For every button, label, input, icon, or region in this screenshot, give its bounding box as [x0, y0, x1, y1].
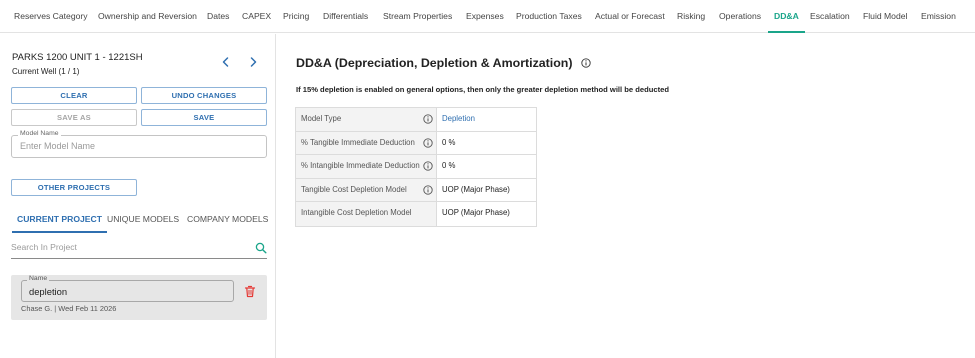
tab-emission[interactable]: Emission	[921, 0, 956, 33]
tab-differentials[interactable]: Differentials	[323, 0, 368, 33]
tab-unique-models[interactable]: UNIQUE MODELS	[107, 214, 179, 233]
tangible-immediate-deduction-value[interactable]: 0 %	[437, 132, 536, 155]
title-row: DD&A (Depreciation, Depletion & Amortiza…	[296, 56, 591, 70]
row-label-text: Tangible Cost Depletion Model	[301, 184, 407, 194]
save-button[interactable]: SAVE	[141, 109, 267, 126]
saved-model-meta: Chase G. | Wed Feb 11 2026	[21, 304, 117, 313]
row-label-text: % Tangible Immediate Deduction	[301, 137, 415, 147]
table-row: % Intangible Immediate Deduction 0 %	[296, 155, 536, 179]
depletion-notice: If 15% depletion is enabled on general o…	[296, 85, 669, 94]
save-as-button[interactable]: SAVE AS	[11, 109, 137, 126]
row-label: % Tangible Immediate Deduction	[296, 131, 437, 154]
search-input[interactable]	[11, 242, 241, 252]
well-name: PARKS 1200 UNIT 1 - 1221SH	[12, 52, 143, 63]
info-icon[interactable]	[423, 184, 433, 195]
tab-fluid-model[interactable]: Fluid Model	[863, 0, 907, 33]
model-sidebar: PARKS 1200 UNIT 1 - 1221SH Current Well …	[0, 34, 276, 358]
tab-reserves-category[interactable]: Reserves Category	[14, 0, 88, 33]
tab-escalation[interactable]: Escalation	[810, 0, 850, 33]
search-icon[interactable]	[255, 242, 267, 254]
tab-stream-properties[interactable]: Stream Properties	[383, 0, 452, 33]
tab-dates[interactable]: Dates	[207, 0, 229, 33]
saved-model-name-field[interactable]: Name depletion	[21, 275, 234, 302]
tab-expenses[interactable]: Expenses	[466, 0, 504, 33]
tab-capex[interactable]: CAPEX	[242, 0, 271, 33]
model-name-input[interactable]	[20, 141, 250, 151]
tab-company-models[interactable]: COMPANY MODELS	[187, 214, 268, 233]
intangible-cost-depletion-model-value[interactable]: UOP (Major Phase)	[437, 202, 536, 226]
saved-model-card[interactable]: Name depletion Chase G. | Wed Feb 11 202…	[11, 275, 267, 320]
row-label-text: Model Type	[301, 114, 342, 123]
info-icon[interactable]	[423, 137, 433, 148]
table-row: Tangible Cost Depletion Model UOP (Major…	[296, 178, 536, 202]
info-icon[interactable]	[580, 58, 591, 68]
row-label: Model Type	[296, 108, 437, 131]
page-title: DD&A (Depreciation, Depletion & Amortiza…	[296, 56, 573, 70]
row-label: Intangible Cost Depletion Model	[296, 202, 437, 226]
tab-current-project[interactable]: CURRENT PROJECT	[12, 214, 107, 233]
tab-actual-or-forecast[interactable]: Actual or Forecast	[595, 0, 665, 33]
row-label-text: % Intangible Immediate Deduction	[301, 161, 420, 170]
table-row: % Tangible Immediate Deduction 0 %	[296, 131, 536, 155]
undo-changes-button[interactable]: UNDO CHANGES	[141, 87, 267, 104]
tab-ownership-and-reversion[interactable]: Ownership and Reversion	[98, 0, 197, 33]
intangible-immediate-deduction-value[interactable]: 0 %	[437, 155, 536, 178]
tab-pricing[interactable]: Pricing	[283, 0, 309, 33]
project-search	[11, 240, 267, 259]
tab-operations[interactable]: Operations	[719, 0, 761, 33]
info-icon[interactable]	[423, 114, 433, 124]
row-label: Tangible Cost Depletion Model	[296, 178, 437, 201]
table-row: Model Type Depletion	[296, 108, 536, 132]
trash-icon[interactable]	[244, 285, 256, 298]
chevron-left-icon[interactable]	[219, 55, 233, 69]
other-projects-button[interactable]: OTHER PROJECTS	[11, 179, 137, 196]
row-label: % Intangible Immediate Deduction	[296, 155, 437, 178]
dda-settings-table: Model Type Depletion % Tangible Immediat…	[295, 107, 537, 227]
saved-model-name: depletion	[29, 286, 68, 297]
info-icon[interactable]	[423, 161, 433, 171]
tab-risking[interactable]: Risking	[677, 0, 705, 33]
saved-model-name-label: Name	[27, 275, 50, 282]
model-type-value[interactable]: Depletion	[437, 108, 536, 131]
chevron-right-icon[interactable]	[246, 55, 260, 69]
dda-panel: DD&A (Depreciation, Depletion & Amortiza…	[277, 34, 975, 358]
current-well-counter: Current Well (1 / 1)	[12, 67, 80, 76]
top-navigation: Reserves Category Ownership and Reversio…	[0, 0, 975, 33]
tangible-cost-depletion-model-value[interactable]: UOP (Major Phase)	[437, 179, 536, 202]
clear-button[interactable]: CLEAR	[11, 87, 137, 104]
table-row: Intangible Cost Depletion Model UOP (Maj…	[296, 202, 536, 226]
model-name-field: Model Name	[11, 130, 267, 158]
tab-dda[interactable]: DD&A	[768, 0, 805, 33]
tab-production-taxes[interactable]: Production Taxes	[516, 0, 582, 33]
model-name-label: Model Name	[18, 130, 61, 137]
row-label-text: Intangible Cost Depletion Model	[301, 208, 412, 217]
